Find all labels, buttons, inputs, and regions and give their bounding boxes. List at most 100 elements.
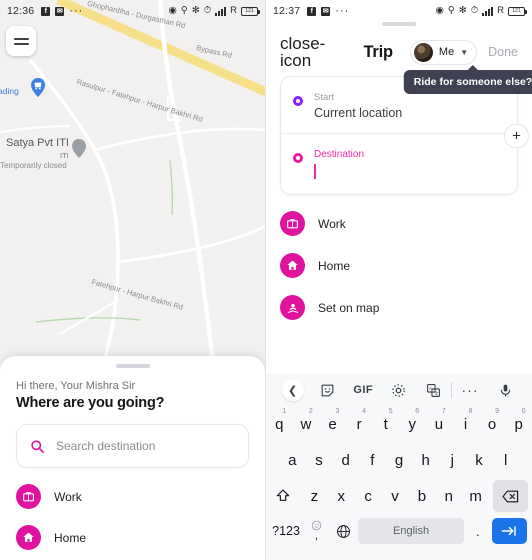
gif-button[interactable]: GIF [346,384,381,396]
home-icon [16,525,41,550]
key-number: 2 [308,408,313,415]
space-key[interactable]: English [358,518,464,544]
alarm-icon: ⏱ [470,5,479,17]
shift-icon [277,489,290,501]
blue-shop-pin-icon[interactable] [31,78,45,97]
left-panel-map-home: Ghophardiha - Durgasthan Rd Bypass Rd Ra… [0,0,266,560]
key-z[interactable]: z [301,478,328,514]
more-dots-icon[interactable]: ··· [452,382,487,398]
key-u[interactable]: 7u [426,406,453,442]
trip-row-destination[interactable]: Destination [281,132,517,195]
rider-label: Me [438,46,455,58]
key-v[interactable]: v [382,478,409,514]
comma-label: , [314,530,318,542]
wifi-icon: ◉ [435,5,444,17]
key-q[interactable]: 1q [266,406,293,442]
saved-place-home[interactable]: Home [16,525,249,550]
saved-place-work[interactable]: Work [280,211,518,236]
key-m[interactable]: m [462,478,489,514]
emoji-comma-key[interactable]: , [305,520,328,542]
numeric-mode-key[interactable]: ?123 [271,524,301,538]
key-i[interactable]: 8i [452,406,479,442]
search-input[interactable]: Search destination [56,439,155,453]
saved-place-home[interactable]: Home [280,253,518,278]
key-k[interactable]: k [466,442,493,478]
status-time: 12:36 [7,5,35,17]
key-s[interactable]: s [306,442,333,478]
keyboard-row-3: z x c v b n m [266,478,532,514]
key-n[interactable]: n [435,478,462,514]
backspace-icon [502,490,519,502]
period-key[interactable]: . [468,524,488,539]
saved-place-label: Work [318,216,346,231]
key-number: 8 [468,408,473,415]
key-l[interactable]: l [492,442,519,478]
destination-caption: Destination [314,148,365,160]
key-o[interactable]: 9o [479,406,506,442]
status-system-icons: ◉ ⚲ ✻ ⏱ R 121 [168,5,260,17]
signal-icon [215,6,227,16]
done-button[interactable]: Done [488,45,518,59]
key-number: 5 [388,408,393,415]
keyboard-row-4: ?123 , English . [266,514,532,548]
avatar [413,42,433,62]
wifi-icon: ◉ [168,5,177,17]
key-c[interactable]: c [355,478,382,514]
language-switch-key[interactable] [332,524,355,539]
map-poi-title: Satya Pvt ITI [6,137,69,149]
sheet-drag-handle[interactable] [115,364,150,368]
key-w[interactable]: 2w [293,406,320,442]
backspace-key[interactable] [493,480,528,512]
saved-place-label: Set on map [318,300,380,315]
hamburger-menu-icon [13,42,29,45]
close-icon[interactable]: close-icon [280,35,352,69]
gray-place-pin-icon[interactable] [72,139,86,158]
key-r[interactable]: 4r [346,406,373,442]
microphone-icon [500,384,510,396]
key-p[interactable]: 0p [505,406,532,442]
key-t[interactable]: 5t [372,406,399,442]
map-menu-button[interactable] [6,26,36,56]
mail-icon: ✉ [55,6,65,16]
key-d[interactable]: d [332,442,359,478]
search-destination-box[interactable]: Search destination [16,424,249,468]
key-a[interactable]: a [279,442,306,478]
search-icon [31,439,44,453]
destination-input[interactable] [314,162,505,185]
sticker-button[interactable] [310,383,345,398]
key-f[interactable]: f [359,442,386,478]
hamburger-menu-icon [13,37,29,40]
gear-icon [392,383,405,397]
map-poi-status: Temporarily closed [0,161,67,170]
key-e[interactable]: 3e [319,406,346,442]
key-j[interactable]: j [439,442,466,478]
key-x[interactable]: x [328,478,355,514]
key-b[interactable]: b [408,478,435,514]
tooltip-ride-for-someone-else: Ride for someone else? [403,70,532,94]
keyboard-settings-button[interactable] [381,383,416,398]
keyboard-row-1: 1q 2w 3e 4r 5t 6y 7u 8i 9o 0p [266,406,532,442]
right-panel-trip-entry: 12:37 f ✉ ··· ◉ ⚲ ✻ ⏱ R 121 close-icon T… [266,0,532,560]
on-screen-keyboard: ❮ GIF A 文 ··· 1 q 2 w 3 e 4 r 5 t 6 y 7 … [266,374,532,560]
saved-place-work[interactable]: Work [16,484,249,509]
key-y[interactable]: 6y [399,406,426,442]
page-title: Trip [363,42,393,61]
translate-button[interactable]: A 文 [416,383,451,398]
map-poi-shop-label: ading [0,86,19,96]
add-stop-button[interactable]: + [504,123,529,148]
key-label: p [514,415,523,433]
enter-arrow-icon [501,526,517,536]
shift-key[interactable] [266,478,301,514]
translate-icon: A 文 [427,383,441,397]
key-label: r [356,415,362,433]
voice-input-button[interactable] [488,383,523,398]
enter-key[interactable] [491,518,527,544]
key-h[interactable]: h [412,442,439,478]
home-icon [280,253,305,278]
keyboard-back-button[interactable]: ❮ [275,379,310,401]
origin-caption: Start [314,92,335,103]
saved-place-set-on-map[interactable]: Set on map [280,295,518,320]
sheet-drag-handle[interactable] [382,22,416,26]
key-g[interactable]: g [386,442,413,478]
rider-selector-chip[interactable]: Me ▼ [409,39,478,65]
